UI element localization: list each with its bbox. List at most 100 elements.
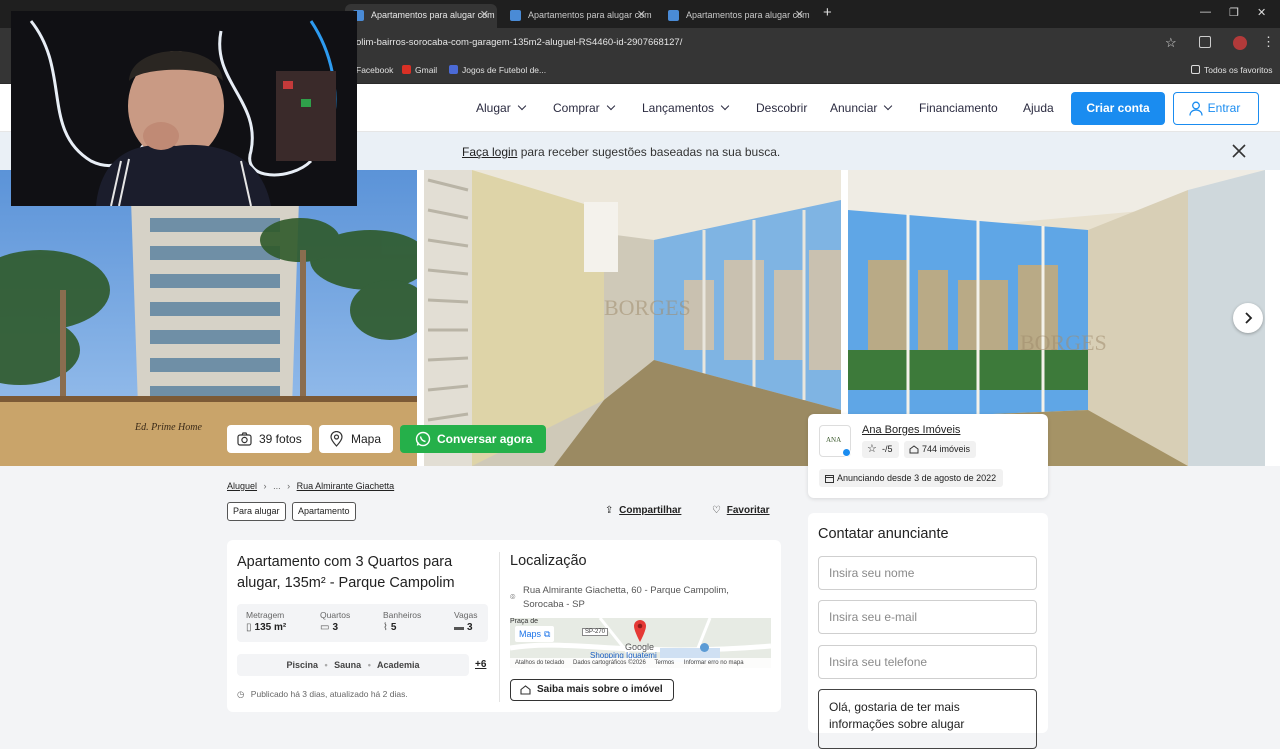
calendar-icon: [825, 475, 834, 483]
nav-comprar[interactable]: Comprar: [553, 101, 615, 115]
star-bookmark-icon[interactable]: ☆: [1165, 35, 1177, 51]
chevron-right-icon: [1245, 312, 1253, 324]
spec-metragem: Metragem ▯ 135 m²: [246, 610, 287, 633]
email-field[interactable]: Insira seu e-mail: [818, 600, 1037, 634]
road-sign: SP-270: [582, 628, 609, 636]
nav-alugar[interactable]: Alugar: [476, 101, 526, 115]
transit-icon: [700, 643, 709, 652]
contact-form: Contatar anunciante Insira seu nome Insi…: [808, 513, 1048, 749]
banner-text: Faça login para receber sugestões basead…: [462, 145, 781, 159]
map-pin-icon: ⌾: [510, 592, 516, 602]
location-address: ⌾ Rua Almirante Giachetta, 60 - Parque C…: [510, 585, 729, 610]
breadcrumb: Aluguel › ... › Rua Almirante Giachetta: [227, 481, 394, 491]
login-link[interactable]: Faça login: [462, 145, 517, 159]
agent-since: Anunciando desde 3 de agosto de 2022: [819, 469, 1004, 487]
bookmark-facebook[interactable]: Facebook: [356, 65, 393, 75]
agent-rating: ☆ -/5: [862, 441, 899, 458]
bed-icon: ▭: [320, 622, 330, 633]
mini-map[interactable]: Maps ⧉ Praça de SP-270 Shopping Iguatemi …: [510, 618, 771, 668]
close-icon[interactable]: [1232, 144, 1246, 158]
webcam-overlay: [11, 11, 357, 206]
listing-title: Apartamento com 3 Quartos para alugar, 1…: [237, 554, 455, 591]
url-text[interactable]: olim-bairros-sorocaba-com-garagem-135m2-…: [356, 37, 682, 48]
photo-gallery: Ed. Prime Home BORGES BORGES: [0, 170, 1280, 466]
breadcrumb-ellipsis[interactable]: ...: [273, 481, 281, 491]
nav-anunciar[interactable]: Anunciar: [830, 101, 893, 115]
profile-avatar[interactable]: [1233, 36, 1247, 50]
maps-link[interactable]: Maps ⧉: [515, 626, 555, 642]
watermark: BORGES: [604, 295, 691, 320]
tag-apartamento: Apartamento: [292, 502, 356, 521]
all-bookmarks[interactable]: Todos os favoritos: [1191, 65, 1273, 75]
agent-name[interactable]: Ana Borges Imóveis: [862, 424, 960, 436]
chevron-right-icon: ›: [263, 481, 267, 491]
location-title: Localização: [510, 553, 587, 569]
google-logo: Google: [625, 642, 655, 652]
shower-icon: ⌇: [383, 622, 388, 633]
clock-icon: ◷: [237, 689, 245, 699]
watermark: BORGES: [1020, 330, 1107, 355]
spec-quartos: Quartos ▭ 3: [320, 610, 351, 633]
phone-field[interactable]: Insira seu telefone: [818, 645, 1037, 679]
tag-para-alugar: Para alugar: [227, 502, 286, 521]
camera-icon: [237, 432, 252, 446]
browser-tab-2[interactable]: Apartamentos para alugar com ✕: [502, 4, 654, 28]
close-tab-icon[interactable]: ✕: [795, 4, 804, 26]
divider: [499, 552, 500, 702]
close-tab-icon[interactable]: ✕: [480, 4, 489, 26]
close-window-icon[interactable]: ✕: [1257, 6, 1266, 19]
listing-card: Apartamento com 3 Quartos para alugar, 1…: [227, 540, 781, 712]
nav-lancamentos[interactable]: Lançamentos: [642, 101, 730, 115]
browser-menu-icon[interactable]: ⋮: [1262, 34, 1275, 50]
gallery-photo-building[interactable]: Ed. Prime Home: [0, 170, 417, 466]
site-favicon-icon: [668, 10, 679, 21]
map-footer: Atalhos do teclado Dados cartográficos ©…: [510, 658, 771, 668]
gallery-photo-balcony[interactable]: BORGES: [424, 170, 841, 466]
create-account-button[interactable]: Criar conta: [1071, 92, 1165, 125]
spec-banheiros: Banheiros ⌇ 5: [383, 610, 422, 633]
photos-button[interactable]: 39 fotos: [227, 425, 312, 453]
more-amenities-link[interactable]: +6: [475, 659, 486, 670]
message-field[interactable]: Olá, gostaria de ter mais informações so…: [818, 689, 1037, 749]
agent-listings: 744 imóveis: [904, 441, 977, 458]
bookmark-jogos[interactable]: Jogos de Futebol de...: [449, 65, 546, 75]
extensions-icon[interactable]: [1199, 36, 1211, 48]
map-label-left: Praça de: [510, 618, 539, 625]
ruler-icon: ▯: [246, 622, 252, 633]
browser-tab-1[interactable]: Apartamentos para alugar com ✕: [345, 4, 497, 28]
folder-icon: [1191, 65, 1200, 74]
nav-financiamento[interactable]: Financiamento: [919, 101, 998, 115]
whatsapp-button[interactable]: Conversar agora: [400, 425, 546, 453]
heart-icon: ♡: [712, 505, 721, 516]
chevron-down-icon: [720, 101, 730, 111]
gallery-next-button[interactable]: [1233, 303, 1263, 333]
spec-vagas: Vagas ▬ 3: [454, 610, 478, 633]
bookmark-gmail[interactable]: Gmail: [402, 65, 437, 75]
favorite-button[interactable]: ♡ Favoritar: [712, 505, 770, 516]
share-button[interactable]: ⇪ Compartilhar: [605, 505, 681, 516]
tab-title: Apartamentos para alugar com: [686, 10, 810, 20]
chevron-down-icon: [606, 101, 615, 111]
new-tab-button[interactable]: +: [823, 4, 832, 21]
nav-descobrir[interactable]: Descobrir: [756, 101, 807, 115]
site-favicon-icon: [510, 10, 521, 21]
tab-title: Apartamentos para alugar com: [371, 10, 495, 20]
verified-badge-icon: [842, 448, 851, 457]
login-button[interactable]: Entrar: [1173, 92, 1259, 125]
browser-tab-3[interactable]: Apartamentos para alugar com ✕: [660, 4, 812, 28]
published-info: ◷ Publicado há 3 dias, atualizado há 2 d…: [237, 689, 408, 699]
home-icon: [520, 685, 531, 695]
map-button[interactable]: Mapa: [319, 425, 393, 453]
close-tab-icon[interactable]: ✕: [637, 4, 646, 26]
minimize-icon[interactable]: —: [1200, 6, 1211, 18]
breadcrumb-street[interactable]: Rua Almirante Giachetta: [297, 481, 395, 491]
restore-icon[interactable]: ❐: [1229, 6, 1239, 19]
more-about-property-button[interactable]: Saiba mais sobre o imóvel: [510, 679, 674, 701]
breadcrumb-aluguel[interactable]: Aluguel: [227, 481, 257, 491]
building-sign: Ed. Prime Home: [135, 422, 202, 433]
name-field[interactable]: Insira seu nome: [818, 556, 1037, 590]
nav-ajuda[interactable]: Ajuda: [1023, 101, 1054, 115]
home-icon: [909, 445, 919, 454]
chevron-down-icon: [517, 101, 526, 111]
map-marker-icon: [634, 620, 646, 642]
